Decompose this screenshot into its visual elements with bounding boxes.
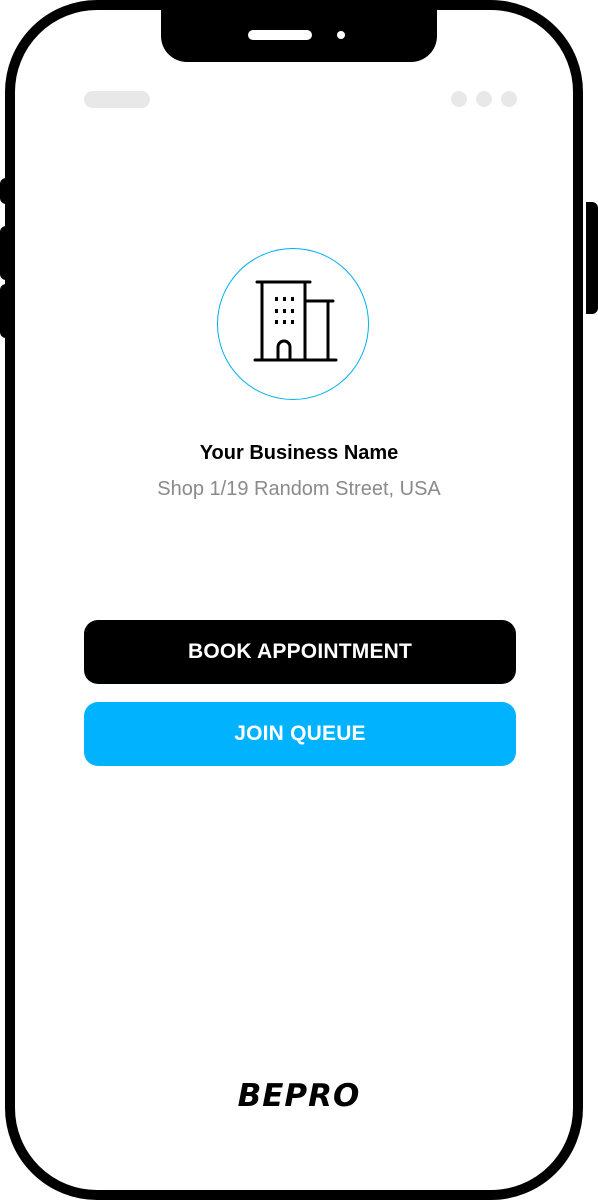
business-name: Your Business Name <box>199 442 399 464</box>
phone-frame: Your Business Name Shop 1/19 Random Stre… <box>5 0 583 1200</box>
status-bar-indicators <box>451 91 517 107</box>
business-address: Shop 1/19 Random Street, USA <box>157 478 441 500</box>
building-icon <box>253 280 338 362</box>
status-indicator-dot <box>476 91 492 107</box>
notch <box>161 10 437 62</box>
status-indicator-dot <box>501 91 517 107</box>
power-button <box>586 202 598 314</box>
business-logo <box>217 248 369 400</box>
brand-logo: BEPRO <box>237 1078 361 1114</box>
camera-icon <box>337 31 345 39</box>
status-indicator-dot <box>451 91 467 107</box>
join-queue-button[interactable]: JOIN QUEUE <box>84 702 516 766</box>
book-appointment-button[interactable]: BOOK APPOINTMENT <box>84 620 516 684</box>
speaker-grille <box>248 30 312 40</box>
status-bar-time-placeholder <box>84 91 150 108</box>
